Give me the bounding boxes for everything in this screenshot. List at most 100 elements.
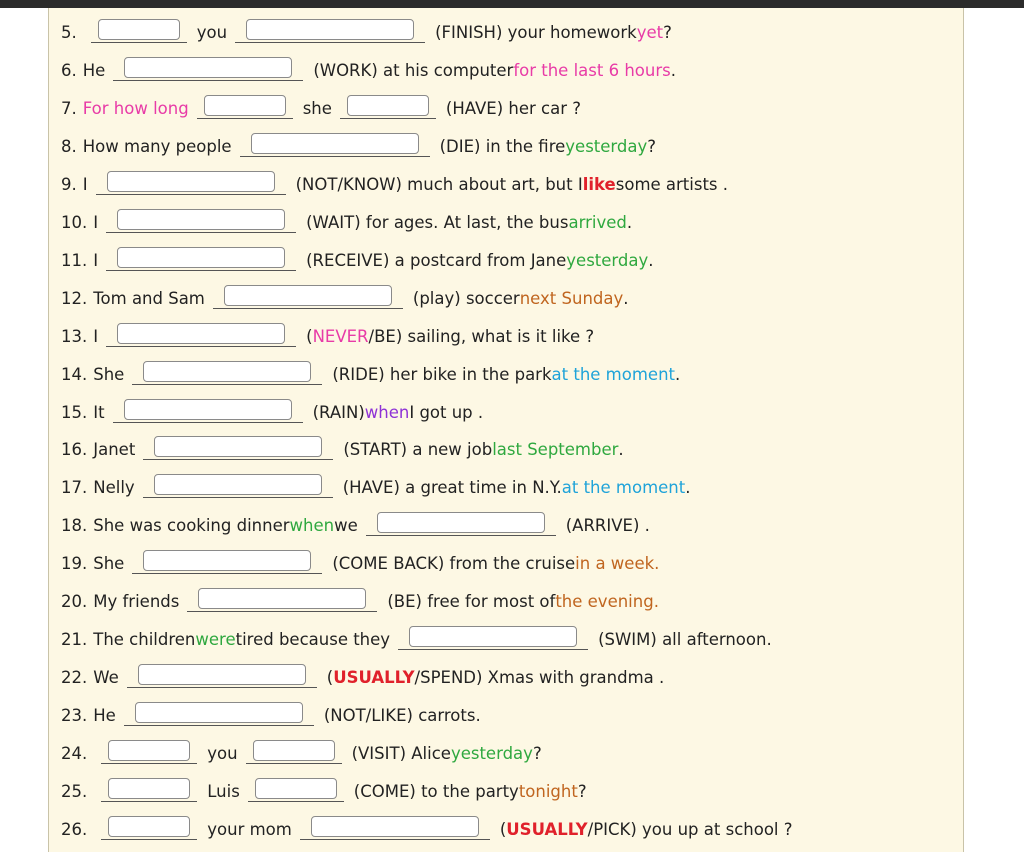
sentence-text: some artists . [615, 174, 729, 194]
answer-box[interactable] [346, 94, 429, 116]
answer-box[interactable] [409, 626, 578, 648]
answer-underline [123, 725, 314, 727]
answer-box[interactable] [143, 550, 312, 572]
sentence-text: ? [663, 23, 672, 42]
exercise-row: 13. I(NEVER/BE) sailing, what is it like … [49, 318, 965, 356]
highlighted-text: USUALLY [506, 819, 588, 839]
exercise-row: 15. It (RAIN) when I got up . [49, 394, 965, 432]
highlighted-text: at the moment [561, 478, 686, 498]
exercise-row: 23. He (NOT/LIKE) carrots. [49, 697, 965, 735]
highlighted-text: For how long [82, 98, 189, 118]
sentence-text: . [618, 440, 624, 460]
exercise-row: 17. Nelly (HAVE) a great time in N.Y. at t… [49, 469, 965, 507]
answer-underline [365, 535, 556, 537]
sentence-text: (NOT/KNOW) much about art, but I [295, 174, 583, 194]
answer-box[interactable] [154, 436, 323, 458]
exercise-number: 15. [61, 402, 88, 422]
answer-underline [196, 117, 293, 119]
sentence-text: (SWIM) all afternoon. [598, 630, 772, 650]
sentence-text: tired because they [235, 630, 391, 650]
exercise-number: 23. [61, 706, 88, 726]
answer-box[interactable] [137, 664, 306, 686]
answer-box[interactable] [106, 170, 275, 192]
highlighted-text: yesterday [565, 136, 648, 156]
answer-box[interactable] [97, 19, 180, 40]
sentence-text: Tom and Sam [93, 288, 205, 308]
answer-box[interactable] [203, 94, 286, 116]
answer-underline [101, 838, 198, 840]
answer-underline [106, 345, 297, 347]
highlighted-text: in a week. [575, 554, 660, 574]
sentence-text: your mom [207, 819, 292, 839]
answer-box[interactable] [117, 246, 286, 268]
exercise-row: 25. Luis (COME) to the party tonight ? [49, 773, 965, 811]
sentence-text: How many people [82, 136, 232, 156]
exercise-number: 24. [61, 744, 88, 764]
sentence-text: Nelly [93, 478, 135, 498]
answer-underline [235, 42, 426, 43]
exercise-number: 19. [61, 554, 88, 574]
sentence-text: I [82, 174, 88, 194]
exercise-number: 20. [61, 592, 88, 612]
answer-underline [142, 497, 333, 499]
highlighted-text: when [364, 402, 410, 422]
sentence-text: . [623, 288, 629, 308]
sentence-text: (VISIT) Alice [351, 744, 451, 764]
top-bar [0, 0, 1024, 8]
answer-box[interactable] [223, 284, 392, 306]
sentence-text: She [93, 364, 125, 384]
sentence-text: She [93, 554, 125, 574]
answer-box[interactable] [250, 132, 419, 154]
answer-box[interactable] [108, 815, 191, 837]
sentence-text: (WAIT) for ages. At last, the bus [306, 212, 569, 232]
answer-box[interactable] [376, 512, 545, 534]
exercise-row: 22. We(USUALLY/SPEND) Xmas with grandma . [49, 659, 965, 697]
answer-underline [101, 801, 198, 802]
sentence-text: It [93, 402, 105, 422]
exercise-row: 12. Tom and Sam (play) soccer next Sunday … [49, 280, 965, 318]
sentence-text: (ARRIVE) . [565, 516, 650, 536]
answer-underline [113, 79, 304, 81]
highlighted-text: for the last 6 hours [513, 60, 671, 80]
sentence-text: I [93, 326, 99, 346]
exercise-row: 21. The children were tired because they (… [49, 621, 965, 659]
answer-box[interactable] [246, 19, 415, 40]
highlighted-text: when [289, 516, 335, 536]
exercise-row: 5. you (FINISH) your homework yet ? [49, 14, 965, 52]
answer-box[interactable] [254, 778, 337, 799]
answer-underline [212, 307, 403, 309]
answer-underline [398, 649, 589, 651]
answer-underline [132, 383, 323, 385]
answer-box[interactable] [108, 778, 191, 799]
exercise-row: 24. you (VISIT) Alice yesterday ? [49, 735, 965, 773]
sentence-text: . [675, 364, 681, 384]
answer-underline [245, 763, 342, 765]
sentence-text: you [196, 23, 228, 42]
sentence-text: (play) soccer [412, 288, 520, 308]
answer-box[interactable] [134, 702, 303, 724]
sentence-text: . [648, 250, 654, 270]
answer-box[interactable] [123, 398, 292, 420]
sentence-text: My friends [93, 592, 180, 612]
sentence-text: He [93, 706, 116, 726]
sentence-text: (WORK) at his computer [313, 60, 514, 80]
sentence-text: ? [647, 136, 657, 156]
answer-box[interactable] [117, 322, 286, 344]
answer-underline [143, 459, 334, 461]
exercise-row: 6. He (WORK) at his computer for the last … [49, 52, 965, 90]
exercise-number: 10. [61, 212, 88, 232]
answer-box[interactable] [124, 56, 293, 78]
sentence-text: (DIE) in the fire [439, 136, 566, 156]
sentence-text: I [93, 250, 99, 270]
answer-box[interactable] [252, 740, 335, 762]
answer-box[interactable] [117, 208, 286, 230]
answer-box[interactable] [153, 474, 322, 496]
answer-box[interactable] [143, 360, 312, 382]
exercise-row: 10. I (WAIT) for ages. At last, the bus ar… [49, 204, 965, 242]
exercise-row: 20. My friends (BE) free for most of the e… [49, 583, 965, 621]
answer-box[interactable] [198, 588, 367, 610]
highlighted-text: next Sunday [519, 288, 624, 308]
highlighted-text: yet [636, 23, 664, 42]
answer-box[interactable] [108, 740, 191, 762]
answer-box[interactable] [310, 815, 479, 837]
